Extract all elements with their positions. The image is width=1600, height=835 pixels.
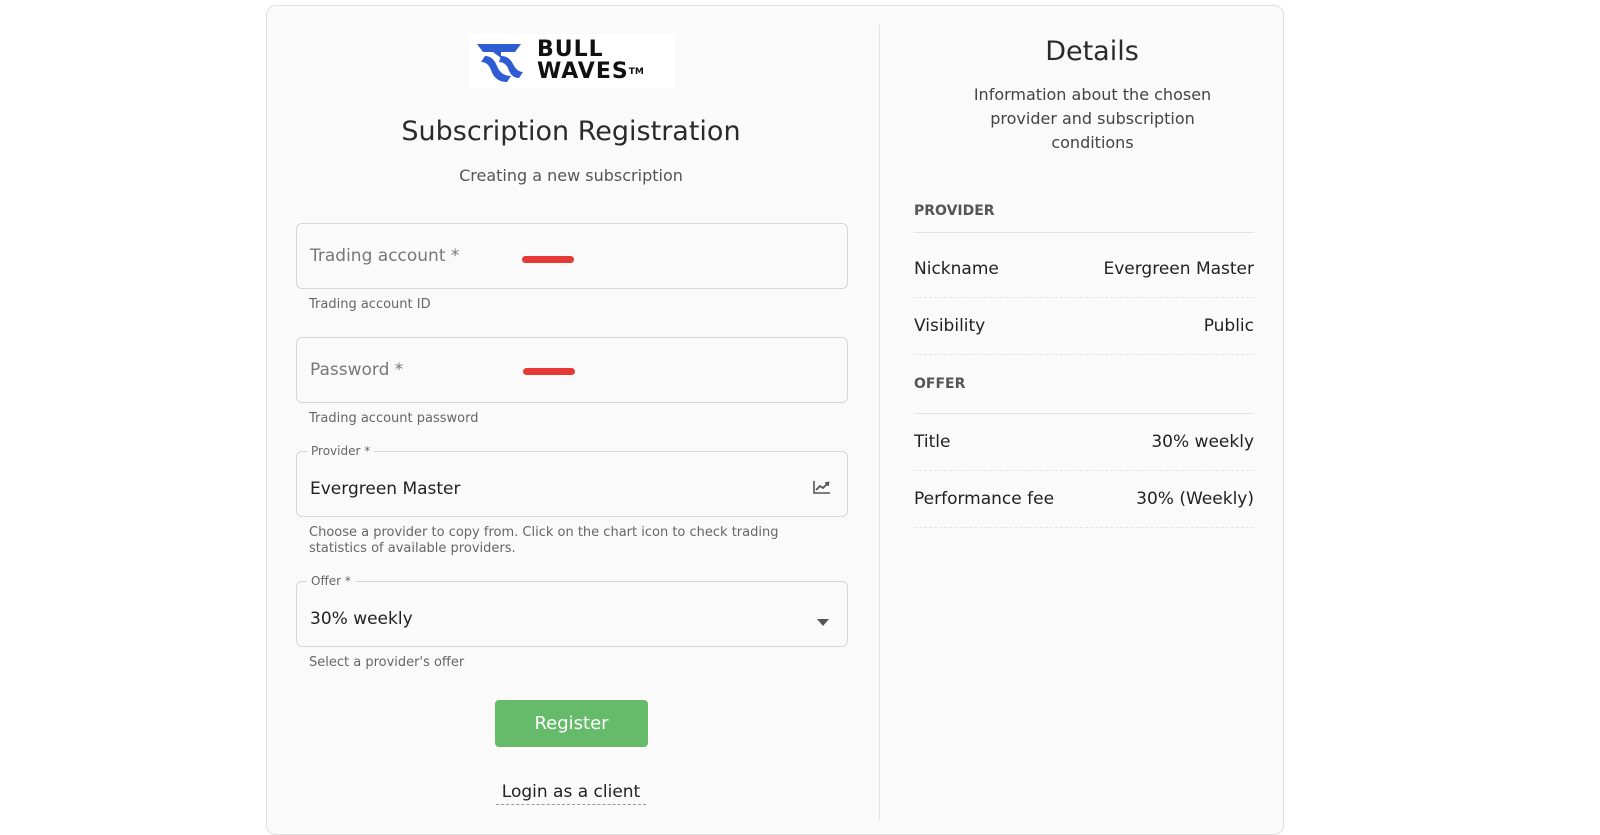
provider-section-header: PROVIDER bbox=[914, 203, 1254, 233]
login-as-client-link[interactable]: Login as a client bbox=[496, 782, 646, 805]
offer-section-header: OFFER bbox=[914, 376, 1254, 414]
offer-label: Offer * bbox=[307, 574, 355, 588]
detail-row-performance-fee: Performance fee 30% (Weekly) bbox=[914, 471, 1254, 528]
detail-row-visibility: Visibility Public bbox=[914, 298, 1254, 355]
redaction-mark bbox=[523, 368, 575, 375]
bull-waves-logo: BULL WAVESTM bbox=[469, 34, 675, 88]
chevron-down-icon[interactable] bbox=[817, 611, 829, 630]
provider-value: Evergreen Master bbox=[310, 479, 461, 499]
trading-account-helper: Trading account ID bbox=[309, 297, 431, 312]
bull-waves-logo-icon bbox=[477, 44, 523, 82]
detail-row-title: Title 30% weekly bbox=[914, 414, 1254, 471]
provider-label: Provider * bbox=[307, 444, 375, 458]
logo-wordmark: BULL WAVESTM bbox=[537, 39, 644, 83]
visibility-value: Public bbox=[1203, 316, 1254, 336]
provider-field[interactable]: Provider * Evergreen Master bbox=[296, 444, 848, 517]
offer-helper: Select a provider's offer bbox=[309, 655, 465, 670]
performance-fee-label: Performance fee bbox=[914, 489, 1055, 509]
offer-title-value: 30% weekly bbox=[1151, 432, 1254, 452]
logo-line2: WAVES bbox=[537, 59, 629, 84]
page-title: Subscription Registration bbox=[401, 116, 741, 147]
password-helper: Trading account password bbox=[309, 411, 479, 426]
offer-title-label: Title bbox=[914, 432, 951, 452]
detail-row-nickname: Nickname Evergreen Master bbox=[914, 241, 1254, 298]
offer-select[interactable]: Offer * 30% weekly bbox=[296, 574, 848, 647]
nickname-label: Nickname bbox=[914, 259, 999, 279]
logo-line1: BULL bbox=[537, 37, 604, 62]
performance-fee-value: 30% (Weekly) bbox=[1136, 489, 1254, 509]
logo-tm: TM bbox=[628, 67, 644, 77]
trading-account-label: Trading account * bbox=[310, 246, 460, 266]
password-label: Password * bbox=[310, 360, 404, 380]
register-button[interactable]: Register bbox=[495, 700, 648, 747]
redaction-mark bbox=[522, 256, 574, 263]
trading-account-field[interactable]: Trading account * bbox=[296, 223, 848, 289]
password-field[interactable]: Password * bbox=[296, 337, 848, 403]
chart-icon[interactable] bbox=[813, 479, 831, 498]
offer-value: 30% weekly bbox=[310, 609, 413, 629]
nickname-value: Evergreen Master bbox=[1103, 259, 1254, 279]
page-subtitle: Creating a new subscription bbox=[459, 166, 683, 185]
provider-helper: Choose a provider to copy from. Click on… bbox=[309, 525, 779, 556]
details-title: Details bbox=[1045, 36, 1139, 67]
visibility-label: Visibility bbox=[914, 316, 986, 336]
details-description: Information about the chosen provider an… bbox=[973, 85, 1212, 152]
column-divider bbox=[879, 25, 880, 820]
